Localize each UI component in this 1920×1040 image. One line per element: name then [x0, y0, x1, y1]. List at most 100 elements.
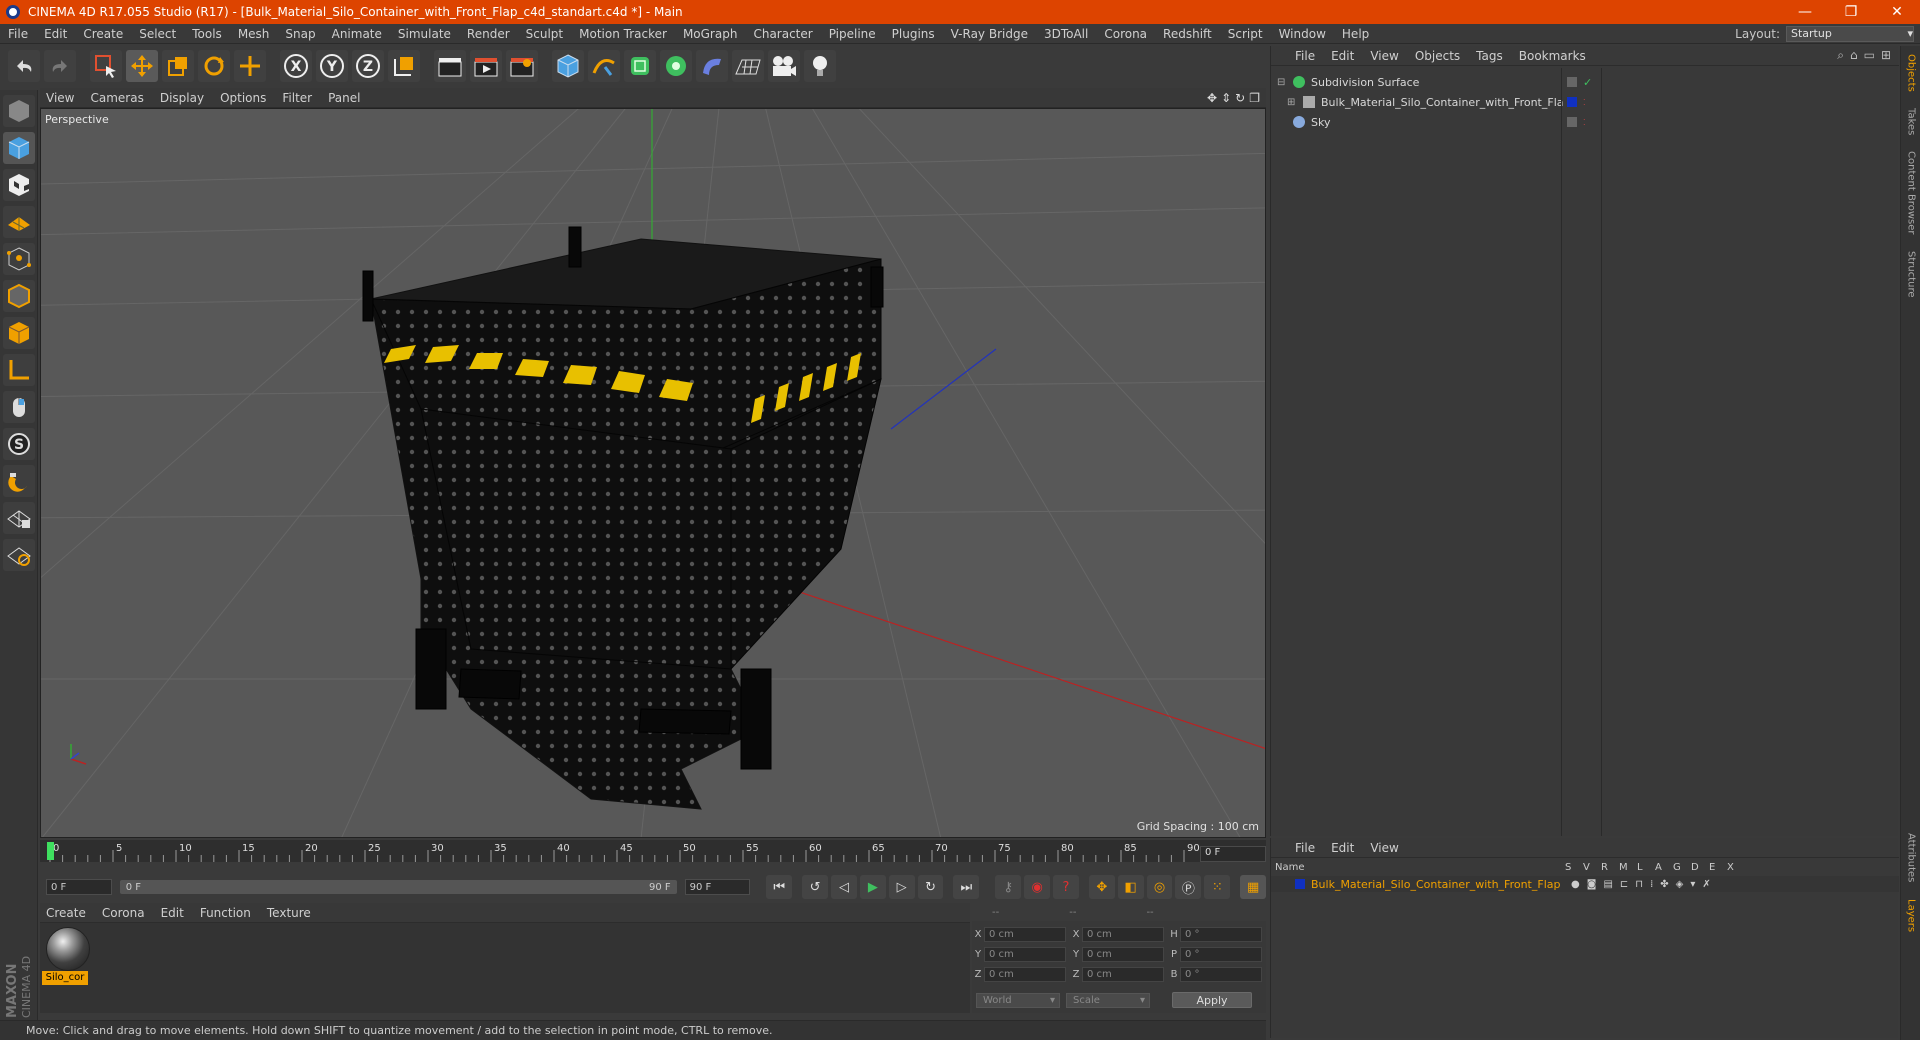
render-icon[interactable]: ▤: [1603, 879, 1612, 890]
coordinate-system-button[interactable]: [388, 50, 420, 82]
eye-icon[interactable]: ◙: [1587, 879, 1597, 890]
rotation-b-field[interactable]: 0 °: [1180, 966, 1262, 982]
next-frame-button[interactable]: ▷: [888, 875, 915, 899]
tweak-mode-button[interactable]: [3, 391, 35, 423]
maximize-button[interactable]: ❐: [1828, 0, 1874, 24]
minimize-panel-icon[interactable]: ▭: [1864, 48, 1875, 63]
position-y-field[interactable]: 0 cm: [984, 946, 1066, 962]
solo-dot-icon[interactable]: ●: [1571, 879, 1580, 890]
menu-simulate[interactable]: Simulate: [390, 27, 459, 41]
menu-mesh[interactable]: Mesh: [230, 27, 278, 41]
rotation-p-field[interactable]: 0 °: [1180, 946, 1262, 962]
size-y-field[interactable]: 0 cm: [1082, 946, 1164, 962]
viewport-menu-display[interactable]: Display: [154, 91, 214, 105]
material-thumbnail[interactable]: [46, 927, 90, 971]
go-to-start-button[interactable]: ⏮: [766, 875, 793, 899]
render-picture-viewer-button[interactable]: [470, 50, 502, 82]
deformer-icon[interactable]: ◈: [1676, 879, 1684, 890]
position-z-field[interactable]: 0 cm: [984, 966, 1066, 982]
size-z-field[interactable]: 0 cm: [1082, 966, 1164, 982]
viewport-menu-options[interactable]: Options: [214, 91, 276, 105]
recent-tools-button[interactable]: [234, 50, 266, 82]
objects-menu-objects[interactable]: Objects: [1407, 49, 1468, 63]
menu-tools[interactable]: Tools: [184, 27, 230, 41]
material-menu-create[interactable]: Create: [40, 906, 96, 920]
apply-button[interactable]: Apply: [1172, 992, 1252, 1008]
menu-snap[interactable]: Snap: [277, 27, 323, 41]
enable-axis-button[interactable]: [3, 354, 35, 386]
previous-key-button[interactable]: ↺: [802, 875, 829, 899]
menu-plugins[interactable]: Plugins: [884, 27, 943, 41]
next-key-button[interactable]: ↻: [917, 875, 944, 899]
dolly-view-icon[interactable]: ⇕: [1221, 91, 1231, 105]
timeline-button[interactable]: ▦: [1240, 875, 1267, 899]
menu-vray-bridge[interactable]: V-Ray Bridge: [943, 27, 1036, 41]
layers-menu-file[interactable]: File: [1287, 841, 1323, 855]
end-frame-field[interactable]: 90 F: [684, 879, 751, 895]
layout-dropdown[interactable]: Startup ▾: [1786, 25, 1914, 42]
tab-objects[interactable]: Objects: [1901, 46, 1920, 100]
move-tool-button[interactable]: [126, 50, 158, 82]
add-light-button[interactable]: [804, 50, 836, 82]
menu-character[interactable]: Character: [745, 27, 820, 41]
point-mode-button[interactable]: [3, 243, 35, 275]
menu-file[interactable]: File: [0, 27, 36, 41]
tab-structure[interactable]: Structure: [1901, 243, 1920, 306]
pan-view-icon[interactable]: ✥: [1207, 91, 1217, 105]
scale-tool-button[interactable]: [162, 50, 194, 82]
add-environment-button[interactable]: [732, 50, 764, 82]
objects-menu-bookmarks[interactable]: Bookmarks: [1511, 49, 1594, 63]
viewport-menu-filter[interactable]: Filter: [276, 91, 322, 105]
menu-window[interactable]: Window: [1271, 27, 1334, 41]
add-mograph-button[interactable]: [660, 50, 692, 82]
menu-corona[interactable]: Corona: [1096, 27, 1155, 41]
render-view-button[interactable]: [434, 50, 466, 82]
material-menu-texture[interactable]: Texture: [261, 906, 321, 920]
model-mode-button[interactable]: [3, 132, 35, 164]
menu-create[interactable]: Create: [75, 27, 131, 41]
close-button[interactable]: ✕: [1874, 0, 1920, 24]
add-camera-button[interactable]: [768, 50, 800, 82]
toggle-layout-icon[interactable]: ❐: [1249, 91, 1260, 105]
undo-button[interactable]: [8, 50, 40, 82]
record-keys-button[interactable]: ⚷: [995, 875, 1022, 899]
manager-icon[interactable]: ⊏: [1620, 879, 1628, 890]
key-pla-button[interactable]: ⁙: [1204, 875, 1231, 899]
objects-menu-tags[interactable]: Tags: [1468, 49, 1511, 63]
objects-menu-edit[interactable]: Edit: [1323, 49, 1362, 63]
material-name[interactable]: Silo_cor: [42, 971, 88, 985]
objects-menu-view[interactable]: View: [1362, 49, 1406, 63]
rotate-tool-button[interactable]: [198, 50, 230, 82]
live-selection-button[interactable]: [90, 50, 122, 82]
polygon-mode-button[interactable]: [3, 317, 35, 349]
menu-help[interactable]: Help: [1334, 27, 1377, 41]
menu-animate[interactable]: Animate: [324, 27, 390, 41]
menu-pipeline[interactable]: Pipeline: [821, 27, 884, 41]
menu-select[interactable]: Select: [131, 27, 184, 41]
key-rotation-button[interactable]: ◎: [1146, 875, 1173, 899]
menu-edit[interactable]: Edit: [36, 27, 75, 41]
x-axis-lock-button[interactable]: X: [280, 50, 312, 82]
material-menu-function[interactable]: Function: [194, 906, 261, 920]
menu-3dtoall[interactable]: 3DToAll: [1036, 27, 1096, 41]
add-generator-button[interactable]: [624, 50, 656, 82]
autokeying-button[interactable]: ◉: [1024, 875, 1051, 899]
rotation-h-field[interactable]: 0 °: [1180, 926, 1262, 942]
key-position-button[interactable]: ✥: [1088, 875, 1115, 899]
menu-script[interactable]: Script: [1220, 27, 1271, 41]
layers-menu-edit[interactable]: Edit: [1323, 841, 1362, 855]
object-row[interactable]: ⊞ Bulk_Material_Silo_Container_with_Fron…: [1271, 92, 1899, 112]
rotate-view-icon[interactable]: ↻: [1235, 91, 1245, 105]
preview-range-slider[interactable]: 0 F 90 F: [119, 880, 677, 894]
tab-content-browser[interactable]: Content Browser: [1901, 143, 1920, 242]
coordinate-space-dropdown[interactable]: World ▾: [976, 992, 1060, 1008]
add-deformer-button[interactable]: [696, 50, 728, 82]
timeline-ruler[interactable]: 0 5 10 15 20 25 30 35 40 45 50 55 60 65 70 75 80 85 90: [40, 840, 1266, 862]
animation-icon[interactable]: ⁞: [1650, 879, 1653, 890]
collapse-icon[interactable]: ⊟: [1277, 77, 1289, 88]
workplane-mode-button[interactable]: [3, 206, 35, 238]
layer-row[interactable]: Bulk_Material_Silo_Container_with_Front_…: [1271, 876, 1899, 892]
object-row[interactable]: Sky ⁚: [1271, 112, 1899, 132]
search-icon[interactable]: ⌕: [1837, 48, 1844, 63]
object-row[interactable]: ⊟ Subdivision Surface ✓: [1271, 72, 1899, 92]
